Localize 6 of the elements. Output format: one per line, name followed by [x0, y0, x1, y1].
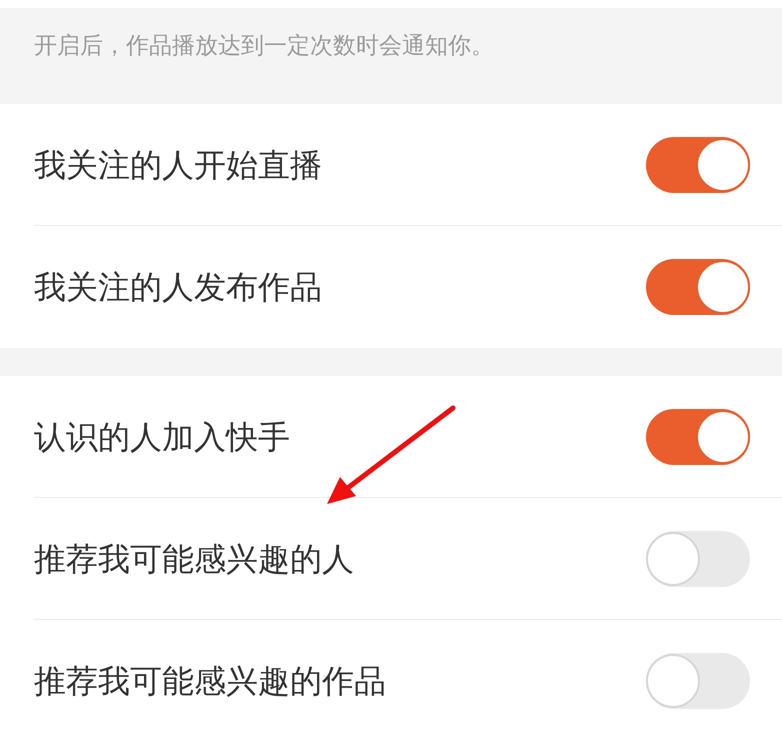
hint-text: 开启后，作品播放达到一定次数时会通知你。 — [34, 33, 494, 59]
setting-label: 推荐我可能感兴趣的人 — [34, 538, 354, 578]
setting-label: 推荐我可能感兴趣的作品 — [34, 661, 386, 701]
setting-label: 我关注的人开始直播 — [34, 144, 322, 184]
setting-label: 认识的人加入快手 — [34, 416, 290, 456]
setting-label: 我关注的人发布作品 — [34, 267, 322, 307]
